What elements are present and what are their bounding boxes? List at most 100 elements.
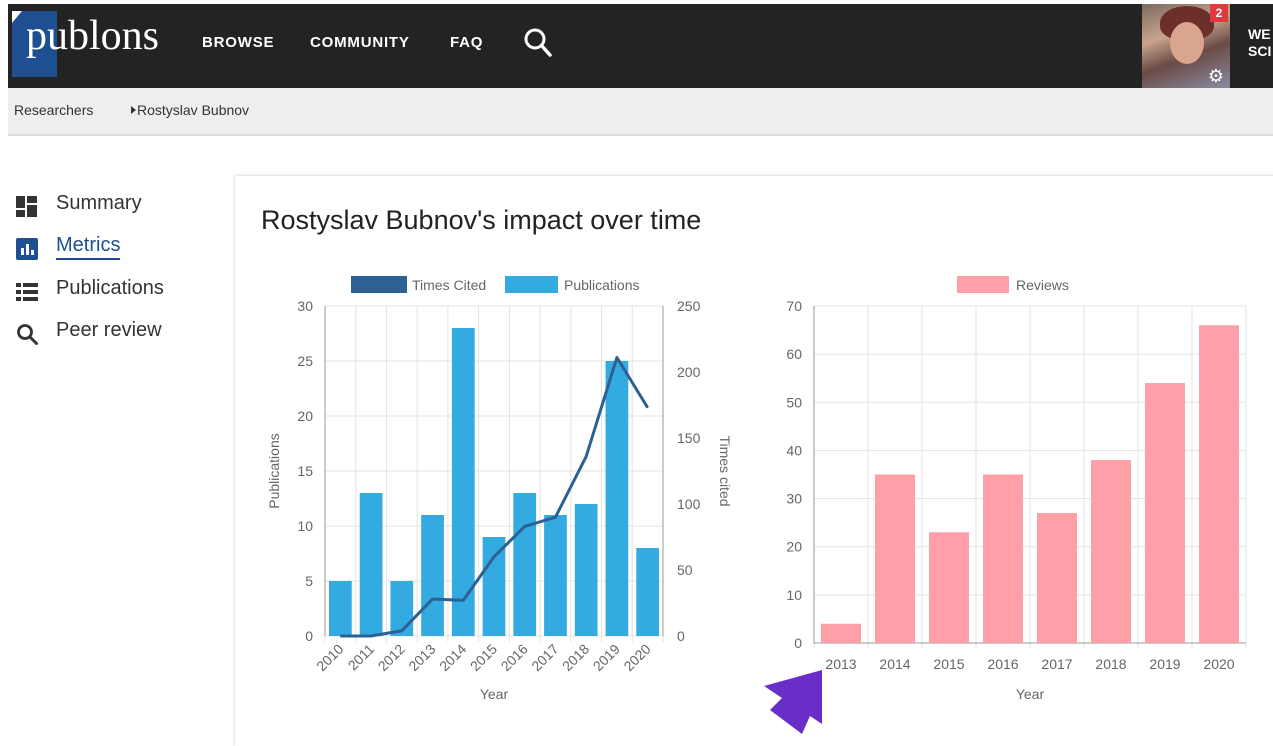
- breadcrumb: Researchers Rostyslav Bubnov: [8, 88, 1273, 136]
- x-tick-label: 2018: [1095, 656, 1126, 672]
- y-tick-label: 20: [297, 408, 313, 424]
- x-axis-title: Year: [480, 686, 509, 702]
- legend-label-reviews: Reviews: [1016, 277, 1069, 293]
- x-tick-label: 2017: [528, 641, 561, 674]
- reviews-bar: [1037, 513, 1077, 643]
- publications-bar: [421, 515, 444, 636]
- reviews-bar: [1145, 383, 1185, 643]
- gear-icon[interactable]: ⚙: [1206, 66, 1226, 86]
- times-cited-point: [339, 635, 341, 637]
- y-tick-label: 10: [786, 587, 802, 603]
- reviews-chart: 0 10 20 30 40 50 60 70 2013 2014 2015 2016 2017 2018 2…: [786, 276, 1247, 702]
- bar-chart-icon: [16, 238, 38, 260]
- x-tick-label: 2010: [313, 641, 346, 674]
- publications-bar: [482, 537, 506, 636]
- search-icon: [17, 324, 38, 345]
- times-cited-point: [493, 556, 495, 558]
- reviews-bar: [983, 474, 1023, 643]
- y-tick-label: 60: [786, 346, 802, 362]
- x-tick-label: 2018: [559, 641, 592, 674]
- times-cited-point: [401, 630, 403, 632]
- times-cited-point: [554, 516, 556, 518]
- notification-badge[interactable]: 2: [1210, 4, 1228, 22]
- times-cited-point: [524, 525, 526, 527]
- x-tick-label: 2015: [467, 641, 500, 674]
- reviews-bar: [1199, 325, 1239, 643]
- x-tick-label: 2019: [590, 641, 623, 674]
- y-tick-label: 25: [297, 353, 313, 369]
- x-tick-label: 2015: [933, 656, 964, 672]
- reviews-bar: [821, 623, 861, 643]
- sidebar-label-summary: Summary: [56, 192, 142, 214]
- publications-bar: [390, 581, 414, 636]
- x-tick-label: 2020: [1203, 656, 1234, 672]
- times-cited-point: [432, 598, 434, 600]
- times-cited-point: [370, 635, 372, 637]
- y-tick-label: 5: [305, 573, 313, 589]
- publons-logo[interactable]: publons: [26, 10, 159, 62]
- page-title: Rostyslav Bubnov's impact over time: [261, 205, 702, 235]
- reviews-bar: [929, 532, 969, 643]
- times-cited-point: [462, 599, 464, 601]
- publications-bar: [328, 581, 352, 636]
- publications-citations-chart: 0510152025300501001502002502010201120122…: [266, 276, 733, 702]
- reviews-bar: [1091, 460, 1131, 643]
- y2-tick-label: 200: [677, 364, 701, 380]
- y-tick-label: 40: [786, 442, 802, 458]
- reviews-bar: [875, 474, 915, 643]
- sidebar-label-metrics: Metrics: [56, 234, 121, 260]
- publications-bar: [574, 504, 598, 636]
- x-tick-label: 2019: [1149, 656, 1180, 672]
- breadcrumb-researchers[interactable]: Researchers: [14, 102, 93, 118]
- x-axis-title: Year: [1016, 686, 1045, 702]
- y2-tick-label: 250: [677, 298, 701, 314]
- y-tick-label: 15: [297, 463, 313, 479]
- nav-browse[interactable]: BROWSE: [202, 34, 274, 51]
- y2-tick-label: 150: [677, 430, 701, 446]
- user-name-truncated[interactable]: WE SCI: [1248, 26, 1271, 60]
- y-tick-label: 30: [297, 298, 313, 314]
- publications-bar: [605, 361, 629, 636]
- y-tick-label: 20: [786, 539, 802, 555]
- y-axis-title: Publications: [266, 433, 282, 509]
- top-nav-bar: publons BROWSE COMMUNITY FAQ 2 ⚙ WE SCI: [8, 4, 1273, 88]
- x-tick-label: 2017: [1041, 656, 1072, 672]
- x-tick-label: 2014: [436, 641, 469, 674]
- x-tick-label: 2016: [498, 641, 531, 674]
- x-tick-label: 2013: [825, 656, 856, 672]
- nav-community[interactable]: COMMUNITY: [310, 34, 410, 51]
- x-tick-label: 2016: [987, 656, 1018, 672]
- nav-faq[interactable]: FAQ: [450, 34, 483, 51]
- sidebar-label-publications: Publications: [56, 277, 164, 299]
- legend-label-times-cited: Times Cited: [412, 277, 486, 293]
- times-cited-point: [585, 455, 587, 457]
- legend-swatch-reviews: [957, 276, 1009, 293]
- dashboard-icon: [16, 196, 37, 217]
- y-tick-label: 0: [305, 628, 313, 644]
- y2-tick-label: 100: [677, 496, 701, 512]
- pointer-arrow-icon: [764, 670, 822, 734]
- search-icon[interactable]: [522, 26, 554, 60]
- y2-tick-label: 50: [677, 562, 693, 578]
- x-tick-label: 2020: [620, 641, 653, 674]
- x-tick-label: 2014: [879, 656, 910, 672]
- y-tick-label: 70: [786, 298, 802, 314]
- y2-tick-label: 0: [677, 628, 685, 644]
- publications-bar: [513, 493, 537, 636]
- y-tick-label: 0: [794, 635, 802, 651]
- x-tick-label: 2013: [405, 641, 438, 674]
- publications-bar: [359, 493, 383, 636]
- x-tick-label: 2012: [375, 641, 408, 674]
- publications-bar: [544, 515, 567, 636]
- legend-label-publications: Publications: [564, 277, 640, 293]
- publications-bar: [636, 548, 660, 636]
- times-cited-point: [647, 407, 649, 409]
- breadcrumb-caret-icon: [131, 106, 136, 114]
- list-icon: [16, 283, 38, 301]
- sidebar-label-peer-review: Peer review: [56, 319, 162, 341]
- y-tick-label: 50: [786, 394, 802, 410]
- y2-axis-title: Times cited: [717, 435, 733, 506]
- y-tick-label: 10: [297, 518, 313, 534]
- times-cited-point: [616, 356, 618, 358]
- x-tick-label: 2011: [345, 641, 378, 674]
